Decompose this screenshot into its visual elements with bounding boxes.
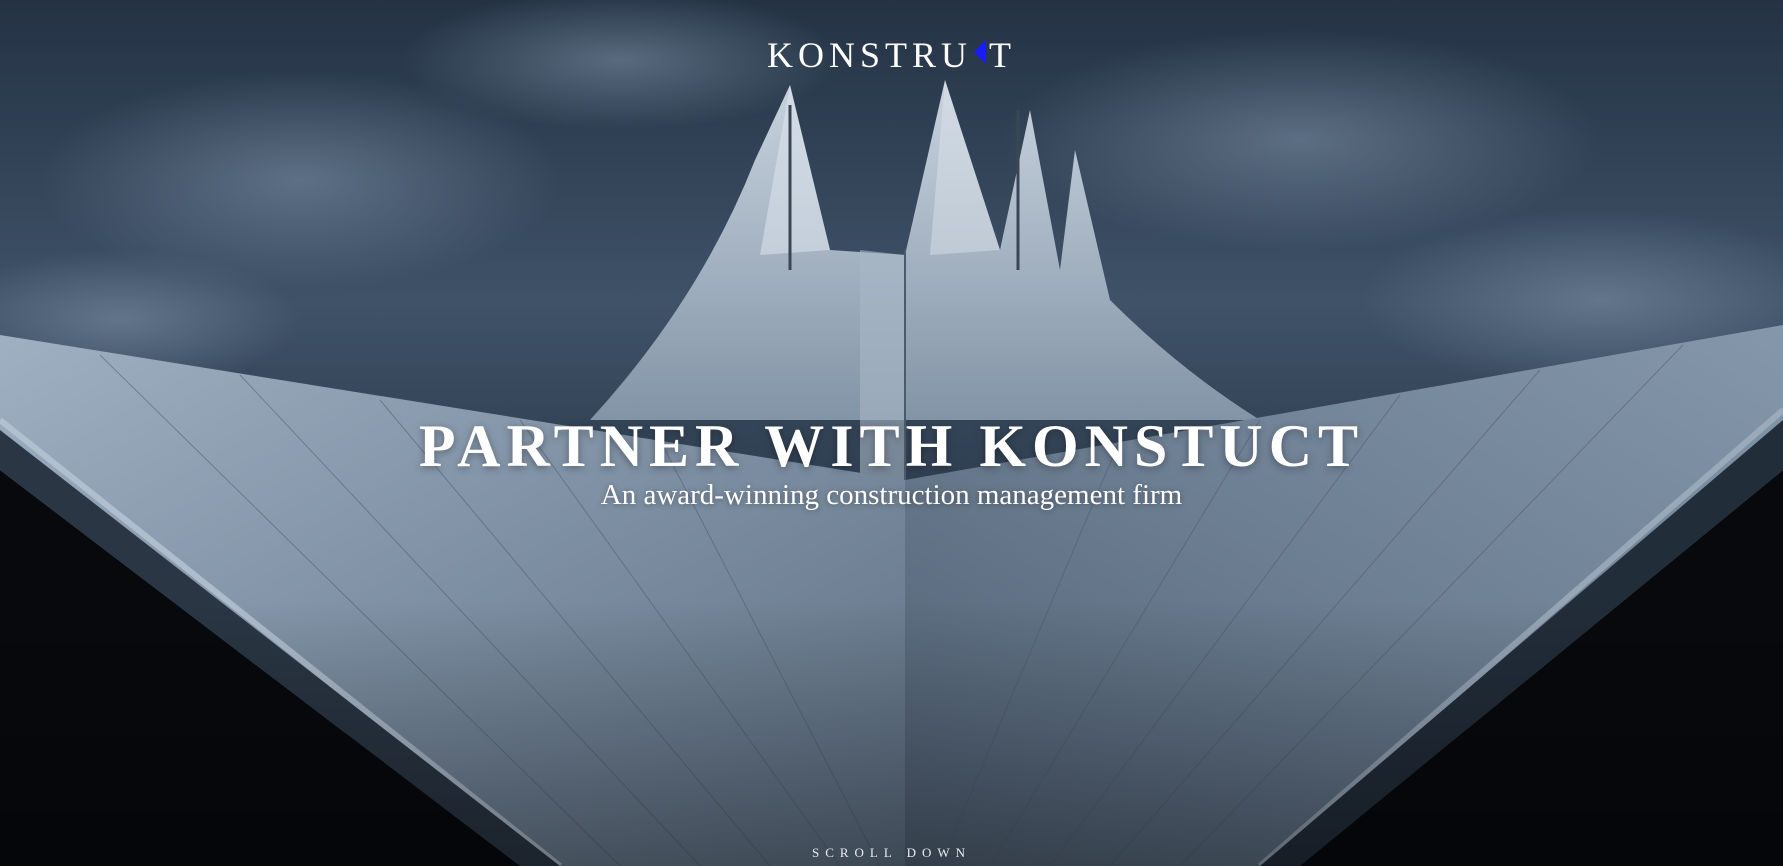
scroll-down-link[interactable]: SCROLL DOWN bbox=[0, 844, 1783, 862]
hero-subtitle: An award-winning construction management… bbox=[600, 479, 1183, 511]
hero-section: KONSTRU T PARTNER WITH KONSTUCT An award-… bbox=[0, 0, 1783, 866]
site-logo[interactable]: KONSTRU T bbox=[0, 33, 1783, 77]
logo-text-start: KONSTRU bbox=[766, 35, 972, 75]
logo-triangle-icon bbox=[974, 40, 986, 64]
hero-headline: PARTNER WITH KONSTUCT bbox=[418, 413, 1365, 479]
logo-text-end: T bbox=[989, 35, 1016, 75]
